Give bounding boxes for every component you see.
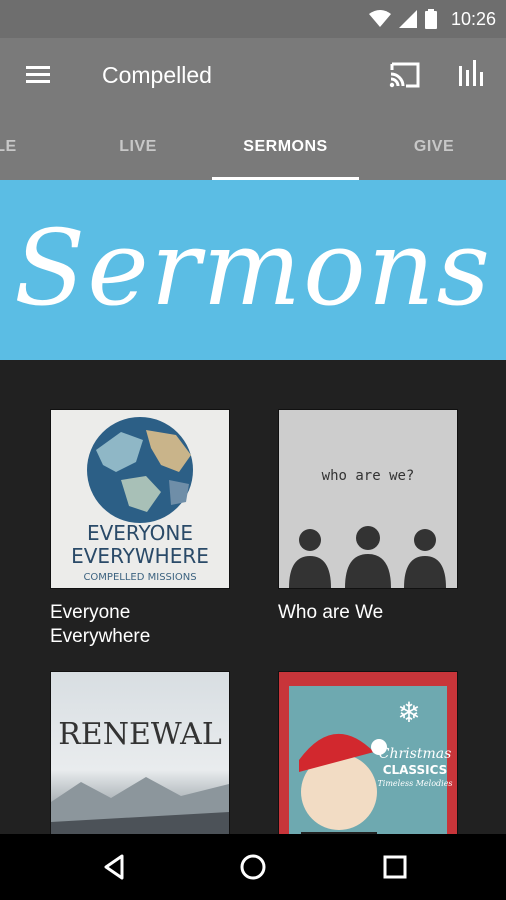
sermon-series-grid: EVERYONE EVERYWHERE COMPELLED MISSIONS E… — [0, 360, 506, 851]
artwork-text-everyone: EVERYONE — [87, 521, 193, 545]
series-card-who-are-we[interactable]: who are we? Who are We — [278, 409, 458, 625]
banner-title: Sermons — [13, 207, 493, 329]
christmas-artwork: Christmas CLASSICS Timeless Melodies ❄ — [279, 672, 457, 850]
artwork-text-renewal: RENEWAL — [58, 717, 222, 752]
series-artwork-everyone-everywhere: EVERYONE EVERYWHERE COMPELLED MISSIONS — [50, 409, 230, 589]
people-silhouettes-artwork: who are we? — [289, 468, 446, 588]
series-artwork-who-are-we: who are we? — [278, 409, 458, 589]
recents-icon[interactable] — [380, 852, 410, 882]
snowflake-icon: ❄ — [397, 696, 420, 729]
series-title: Who are We — [278, 602, 384, 623]
tab-partial[interactable]: LE — [0, 112, 26, 180]
cellular-signal-icon — [398, 10, 417, 28]
artwork-text-christmas: Christmas — [379, 746, 452, 762]
globe-artwork: EVERYONE EVERYWHERE COMPELLED MISSIONS — [71, 417, 209, 583]
artwork-text-everywhere: EVERYWHERE — [71, 544, 209, 568]
status-bar: 10:26 — [0, 0, 506, 38]
tab-live[interactable]: LIVE — [80, 112, 196, 180]
sermons-banner: Sermons — [0, 180, 506, 360]
artwork-text-compelled-missions: COMPELLED MISSIONS — [83, 572, 196, 583]
status-icons: 10:26 — [368, 0, 496, 38]
battery-icon — [424, 9, 437, 29]
menu-icon[interactable] — [22, 60, 54, 90]
artwork-text-who-are-we: who are we? — [322, 468, 415, 484]
renewal-artwork: RENEWAL — [51, 717, 229, 850]
app-title: Compelled — [102, 62, 212, 88]
app-bar: Compelled — [0, 38, 506, 112]
series-artwork-renewal: RENEWAL — [50, 671, 230, 851]
stats-icon[interactable] — [457, 58, 489, 90]
tab-give[interactable]: GIVE — [376, 112, 492, 180]
series-card-everyone-everywhere[interactable]: EVERYONE EVERYWHERE COMPELLED MISSIONS E… — [50, 409, 230, 649]
system-nav-bar — [0, 834, 506, 900]
series-title: Everyone Everywhere — [50, 602, 151, 647]
artwork-text-timeless-melodies: Timeless Melodies — [377, 779, 452, 788]
home-icon[interactable] — [238, 852, 268, 882]
cast-icon[interactable] — [388, 60, 422, 90]
status-time: 10:26 — [450, 8, 496, 29]
tab-bar: LE LIVE SERMONS GIVE — [0, 112, 506, 180]
artwork-text-classics: CLASSICS — [383, 763, 448, 777]
wifi-icon — [368, 10, 391, 27]
series-artwork-christmas-classics: Christmas CLASSICS Timeless Melodies ❄ — [278, 671, 458, 851]
tab-sermons[interactable]: SERMONS — [212, 112, 359, 180]
back-icon[interactable] — [100, 852, 130, 882]
